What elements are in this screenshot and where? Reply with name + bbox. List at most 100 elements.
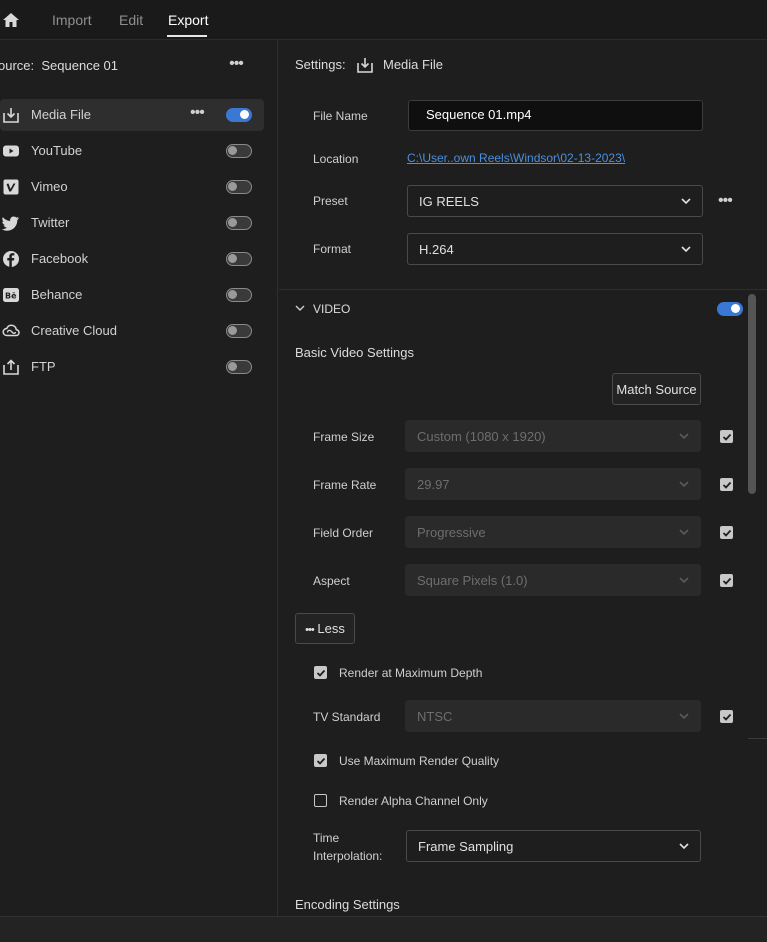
- video-section-title: VIDEO: [313, 302, 351, 316]
- settings-scrollbar[interactable]: [748, 294, 756, 494]
- preset-dropdown[interactable]: IG REELS: [407, 185, 703, 217]
- field-order-match-checkbox[interactable]: [720, 526, 733, 539]
- destination-media-file[interactable]: Media File •••: [0, 99, 264, 131]
- destination-youtube[interactable]: YouTube: [0, 135, 264, 167]
- frame-rate-match-checkbox[interactable]: [720, 478, 733, 491]
- chevron-down-icon: [681, 246, 691, 253]
- encoding-settings-title: Encoding Settings: [295, 897, 400, 912]
- render-max-depth-label: Render at Maximum Depth: [339, 666, 483, 680]
- match-source-button[interactable]: Match Source: [612, 373, 701, 405]
- preset-value: IG REELS: [419, 194, 479, 209]
- twitter-icon: [2, 216, 19, 231]
- format-value: H.264: [419, 242, 454, 257]
- max-render-quality-label: Use Maximum Render Quality: [339, 754, 500, 768]
- destination-label: Behance: [31, 287, 83, 302]
- export-settings-panel: Settings: Media File File Name Sequence …: [279, 40, 767, 916]
- bottom-bar: [0, 916, 767, 942]
- aspect-value: Square Pixels (1.0): [417, 573, 528, 588]
- frame-size-dropdown[interactable]: Custom (1080 x 1920): [405, 420, 701, 452]
- behance-toggle[interactable]: [226, 288, 252, 302]
- file-name-label: File Name: [313, 109, 368, 123]
- file-name-field[interactable]: Sequence 01.mp4: [408, 100, 703, 131]
- download-icon: [357, 58, 373, 73]
- upload-icon: [3, 359, 19, 375]
- chevron-down-icon: [295, 305, 305, 311]
- less-button[interactable]: ••• Less: [295, 613, 355, 644]
- time-interpolation-label-line1: Time: [313, 831, 340, 845]
- vimeo-toggle[interactable]: [226, 180, 252, 194]
- source-label: ource: Sequence 01: [0, 58, 118, 73]
- chevron-down-icon: [679, 481, 689, 488]
- destination-facebook[interactable]: Facebook: [0, 243, 264, 275]
- destination-twitter[interactable]: Twitter: [0, 207, 264, 239]
- basic-video-settings-title: Basic Video Settings: [295, 345, 414, 360]
- destination-vimeo[interactable]: Vimeo: [0, 171, 264, 203]
- youtube-toggle[interactable]: [226, 144, 252, 158]
- scrollbar-divider: [748, 738, 767, 739]
- destination-more-button[interactable]: •••: [190, 104, 205, 122]
- top-nav-bar: Import Edit Export: [0, 0, 767, 40]
- field-order-label: Field Order: [313, 526, 374, 540]
- frame-size-value: Custom (1080 x 1920): [417, 429, 546, 444]
- preset-label: Preset: [313, 194, 348, 208]
- destination-label: YouTube: [31, 143, 83, 158]
- destination-behance[interactable]: Bē Behance: [0, 279, 264, 311]
- field-order-dropdown[interactable]: Progressive: [405, 516, 701, 548]
- creative-cloud-icon: [2, 324, 20, 337]
- time-interpolation-dropdown[interactable]: Frame Sampling: [406, 830, 701, 862]
- tab-edit[interactable]: Edit: [119, 12, 143, 28]
- settings-target: Media File: [383, 57, 443, 72]
- frame-rate-label: Frame Rate: [313, 478, 377, 492]
- max-render-quality-checkbox[interactable]: [314, 754, 327, 767]
- frame-size-match-checkbox[interactable]: [720, 430, 733, 443]
- tab-import[interactable]: Import: [52, 12, 92, 28]
- format-dropdown[interactable]: H.264: [407, 233, 703, 265]
- frame-size-label: Frame Size: [313, 430, 375, 444]
- ftp-toggle[interactable]: [226, 360, 252, 374]
- behance-icon: Bē: [3, 288, 19, 302]
- ellipsis-icon: •••: [305, 624, 315, 636]
- destination-ftp[interactable]: FTP: [0, 351, 264, 383]
- svg-text:Bē: Bē: [5, 292, 17, 301]
- source-more-button[interactable]: •••: [224, 55, 248, 72]
- aspect-dropdown[interactable]: Square Pixels (1.0): [405, 564, 701, 596]
- settings-header-label: Settings:: [295, 57, 346, 72]
- less-button-label: Less: [317, 621, 345, 636]
- video-section-header[interactable]: VIDEO: [295, 300, 755, 320]
- location-label: Location: [313, 152, 359, 166]
- aspect-label: Aspect: [313, 574, 350, 588]
- destination-label: Media File: [31, 107, 91, 122]
- time-interpolation-value: Frame Sampling: [418, 839, 514, 854]
- render-alpha-label: Render Alpha Channel Only: [339, 794, 488, 808]
- source-row: ource: Sequence 01 •••: [0, 40, 278, 90]
- chevron-down-icon: [679, 529, 689, 536]
- facebook-icon: [3, 251, 19, 267]
- tv-standard-label: TV Standard: [313, 710, 381, 724]
- tv-standard-dropdown[interactable]: NTSC: [405, 700, 701, 732]
- render-max-depth-checkbox[interactable]: [314, 666, 327, 679]
- destination-creative-cloud[interactable]: Creative Cloud: [0, 315, 264, 347]
- chevron-down-icon: [679, 577, 689, 584]
- frame-rate-dropdown[interactable]: 29.97: [405, 468, 701, 500]
- tab-export[interactable]: Export: [168, 12, 208, 28]
- video-toggle[interactable]: [717, 302, 743, 316]
- field-order-value: Progressive: [417, 525, 486, 540]
- facebook-toggle[interactable]: [226, 252, 252, 266]
- aspect-match-checkbox[interactable]: [720, 574, 733, 587]
- destinations-panel: ource: Sequence 01 ••• Media File ••• Yo…: [0, 40, 278, 916]
- media-file-toggle[interactable]: [226, 108, 252, 122]
- tv-standard-value: NTSC: [417, 709, 453, 724]
- format-label: Format: [313, 242, 352, 256]
- creative-cloud-toggle[interactable]: [226, 324, 252, 338]
- chevron-down-icon: [679, 713, 689, 720]
- render-alpha-checkbox[interactable]: [314, 794, 327, 807]
- tv-standard-match-checkbox[interactable]: [720, 710, 733, 723]
- twitter-toggle[interactable]: [226, 216, 252, 230]
- download-icon: [3, 108, 19, 123]
- vimeo-icon: [3, 179, 19, 195]
- home-icon[interactable]: [2, 11, 20, 29]
- location-link[interactable]: C:\User..own Reels\Windsor\02-13-2023\: [407, 151, 625, 165]
- preset-more-button[interactable]: •••: [718, 192, 733, 210]
- chevron-down-icon: [681, 198, 691, 205]
- time-interpolation-label-line2: Interpolation:: [313, 849, 383, 863]
